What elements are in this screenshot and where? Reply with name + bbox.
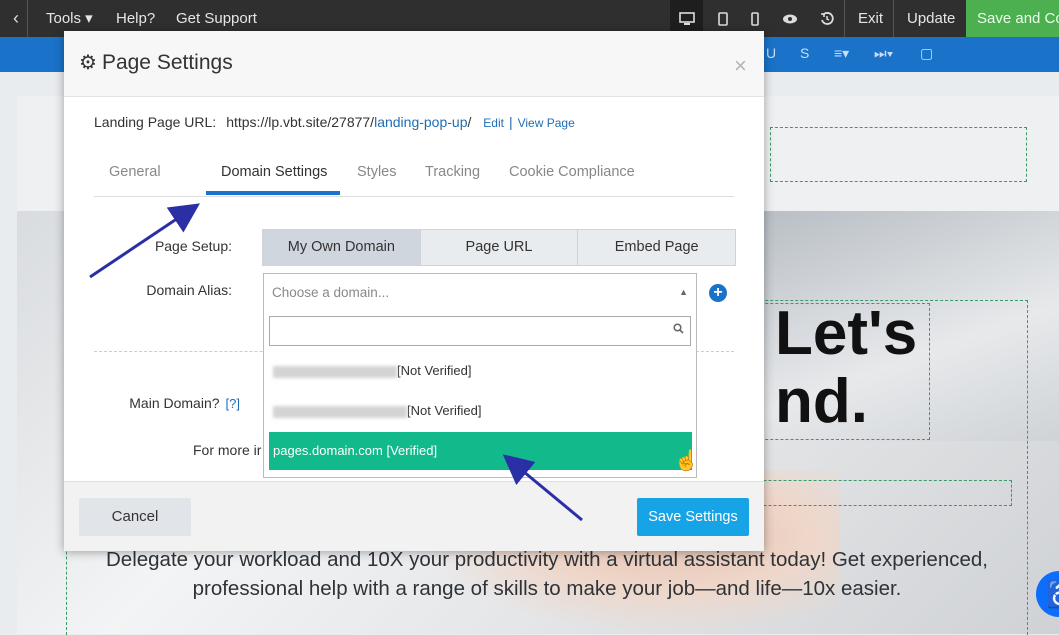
caret-up-icon: ▲ [679,287,688,297]
chevron-left-icon[interactable]: ‹ [6,0,26,37]
domain-search-input[interactable] [269,316,691,346]
tab-cookie-compliance[interactable]: Cookie Compliance [509,164,635,180]
preview-eye-icon[interactable] [773,0,806,37]
divider [844,0,845,37]
hand-cursor-icon: ☝ [674,450,699,472]
main-domain-help[interactable]: [?] [226,396,240,411]
redacted-domain [273,365,397,378]
underline-icon[interactable]: U [766,45,776,61]
settings-tabs: General Domain Settings Styles Tracking … [94,154,734,197]
hero-headline[interactable]: Let's nd. [775,300,917,436]
section-outline [770,127,1027,182]
modal-footer: Cancel Save Settings [64,481,764,551]
save-and-close-button[interactable]: Save and Co [966,0,1059,37]
page-url-option[interactable]: Page URL [419,230,578,265]
page-setup-segmented: My Own Domain Page URL Embed Page [262,229,736,266]
page-setup-label: Page Setup: [154,238,232,254]
box-icon[interactable]: ▢ [920,45,933,62]
media-icon[interactable]: ⏭▾ [874,45,893,62]
modal-header: ⚙ Page Settings × [64,31,764,97]
domain-select-placeholder: Choose a domain... [272,285,390,300]
tab-tracking[interactable]: Tracking [425,164,480,180]
more-info-text: For more ir [193,442,262,458]
exit-button[interactable]: Exit [858,0,883,37]
domain-alias-label: Domain Alias: [146,282,232,298]
search-icon [673,323,684,337]
close-icon[interactable]: × [734,53,747,79]
domain-option[interactable]: [Not Verified] [269,352,692,390]
active-tab-indicator [206,191,340,195]
cancel-button[interactable]: Cancel [79,498,191,536]
divider: | [508,114,513,130]
view-page-link[interactable]: View Page [518,116,575,130]
domain-option-selected[interactable]: pages.domain.com [Verified] [269,432,692,470]
divider [27,0,28,37]
domain-option[interactable]: [Not Verified] [269,392,692,430]
embed-page-option[interactable]: Embed Page [577,230,735,265]
landing-page-url: Landing Page URL: https://lp.vbt.site/278… [94,114,575,130]
domain-alias-select[interactable]: Choose a domain... ▲ [263,273,697,311]
tab-styles[interactable]: Styles [357,164,397,180]
align-icon[interactable]: ≡▾ [834,45,849,62]
strikethrough-icon[interactable]: S [800,45,809,61]
main-domain-label: Main Domain? [?] [129,395,240,411]
save-settings-button[interactable]: Save Settings [637,498,749,536]
url-trailing: / [467,114,472,130]
domain-dropdown: [Not Verified] [Not Verified] pages.doma… [263,310,697,478]
url-label: Landing Page URL: [94,114,217,130]
my-own-domain-option[interactable]: My Own Domain [263,230,420,265]
update-button[interactable]: Update [907,0,955,37]
gear-icon: ⚙ [79,52,97,74]
add-domain-icon[interactable]: + [709,284,727,302]
divider [893,0,894,37]
edit-link[interactable]: Edit [483,116,504,130]
url-slug[interactable]: landing-pop-up [374,114,467,130]
tab-domain-settings[interactable]: Domain Settings [221,164,327,180]
history-icon[interactable] [810,0,843,37]
hero-description[interactable]: Delegate your workload and 10X your prod… [84,545,1010,603]
url-base: https://lp.vbt.site/27877/ [226,114,375,130]
redacted-domain [273,405,407,418]
modal-title: ⚙ Page Settings [79,51,233,74]
tab-general[interactable]: General [109,164,161,180]
